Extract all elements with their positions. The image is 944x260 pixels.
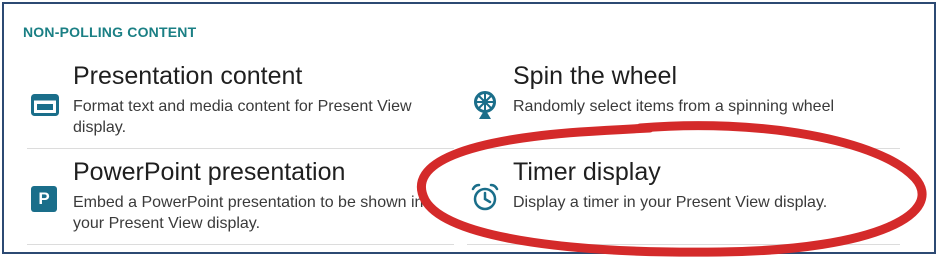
spin-the-wheel-option[interactable]: Spin the wheel Randomly select items fro… <box>440 62 900 148</box>
presentation-content-option[interactable]: Presentation content Format text and med… <box>0 62 460 148</box>
divider <box>467 148 900 149</box>
presentation-content-title: Presentation content <box>73 62 303 90</box>
section-title: NON-POLLING CONTENT <box>23 24 197 40</box>
spin-the-wheel-description: Randomly select items from a spinning wh… <box>513 98 835 115</box>
divider <box>27 148 454 149</box>
powerpoint-presentation-option[interactable]: P PowerPoint presentation Embed a PowerP… <box>0 158 460 244</box>
spin-the-wheel-title: Spin the wheel <box>513 62 678 90</box>
powerpoint-icon: P <box>31 186 57 212</box>
alarm-clock-icon <box>470 182 500 217</box>
timer-display-title: Timer display <box>513 158 661 186</box>
divider <box>27 244 454 245</box>
powerpoint-presentation-description: Embed a PowerPoint presentation to be sh… <box>73 194 424 232</box>
wheel-icon <box>471 90 499 125</box>
divider <box>467 244 900 245</box>
powerpoint-presentation-title: PowerPoint presentation <box>73 158 346 186</box>
timer-display-description: Display a timer in your Present View dis… <box>513 194 828 211</box>
presentation-content-description: Format text and media content for Presen… <box>73 98 412 136</box>
presentation-content-icon <box>31 94 59 121</box>
timer-display-option[interactable]: Timer display Display a timer in your Pr… <box>440 158 900 244</box>
